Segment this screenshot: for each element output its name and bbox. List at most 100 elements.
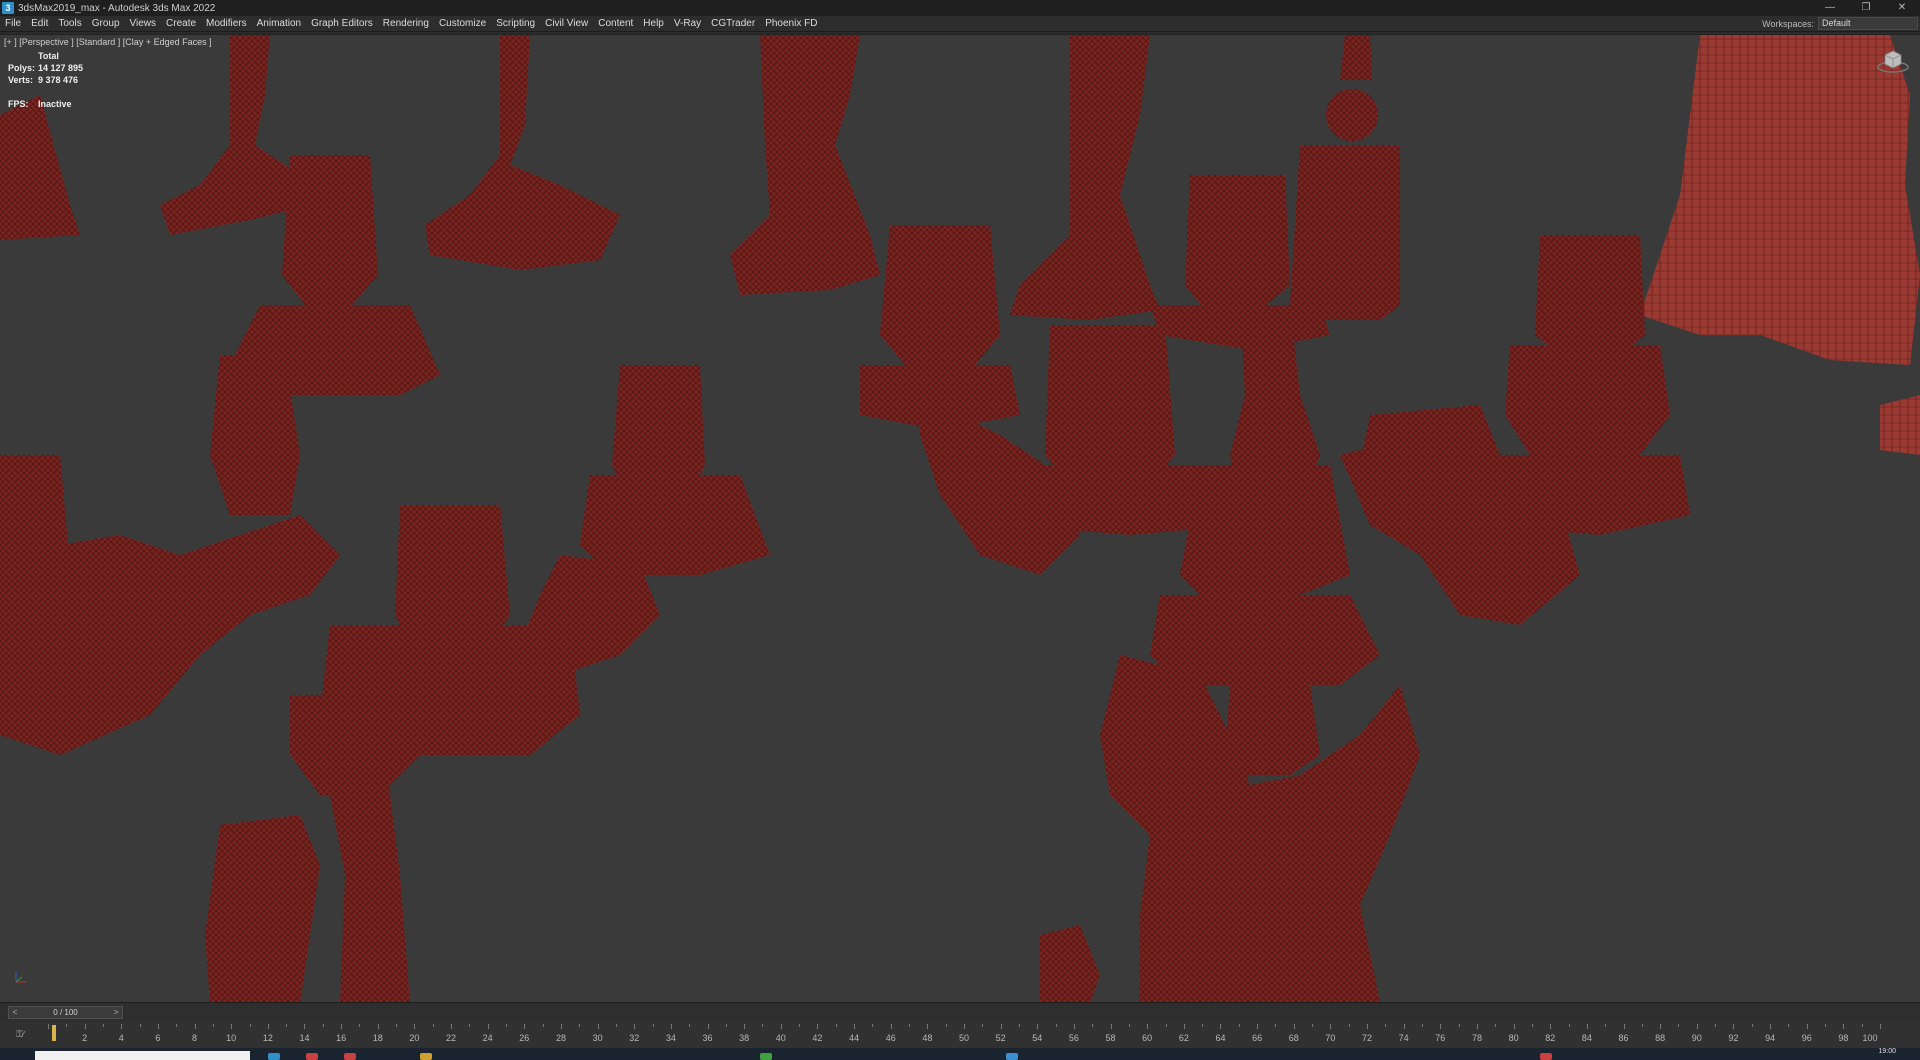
frame-tick bbox=[231, 1024, 233, 1029]
menu-graph-editors[interactable]: Graph Editors bbox=[306, 18, 378, 29]
frame-tick bbox=[817, 1024, 819, 1029]
current-frame-marker[interactable] bbox=[52, 1025, 56, 1041]
frame-tick bbox=[102, 1024, 104, 1027]
taskbar-app-icon[interactable] bbox=[1540, 1053, 1552, 1060]
frame-tick bbox=[1275, 1024, 1277, 1027]
perspective-viewport[interactable]: [+ ] [Perspective ] [Standard ] [Clay + … bbox=[0, 34, 1920, 1002]
title-bar: 3 3dsMax2019_max - Autodesk 3ds Max 2022… bbox=[0, 0, 1920, 16]
frame-tick-label: 68 bbox=[1288, 1033, 1299, 1043]
workspace-dropdown[interactable]: Default bbox=[1818, 17, 1918, 30]
menu-content[interactable]: Content bbox=[593, 18, 638, 29]
stats-total-header: Total bbox=[38, 51, 59, 61]
menu-file[interactable]: File bbox=[0, 18, 26, 29]
scene-geometry[interactable] bbox=[0, 35, 1920, 1002]
window-title: 3dsMax2019_max - Autodesk 3ds Max 2022 bbox=[18, 2, 216, 14]
frame-tick bbox=[1880, 1024, 1881, 1029]
taskbar-app-icon[interactable] bbox=[760, 1053, 772, 1060]
frame-tick-label: 74 bbox=[1398, 1033, 1409, 1043]
menu-tools[interactable]: Tools bbox=[53, 18, 86, 29]
frame-tick-label: 54 bbox=[1032, 1033, 1043, 1043]
frame-tick bbox=[1806, 1024, 1808, 1029]
taskbar-app-icon[interactable] bbox=[306, 1053, 318, 1060]
taskbar-app-icon[interactable] bbox=[268, 1053, 280, 1060]
frame-tick-label: 18 bbox=[372, 1033, 383, 1043]
menu-views[interactable]: Views bbox=[125, 18, 162, 29]
frame-tick bbox=[1257, 1024, 1259, 1029]
frame-tick bbox=[157, 1024, 159, 1029]
menu-vray[interactable]: V-Ray bbox=[669, 18, 706, 29]
frame-tick-label: 90 bbox=[1691, 1033, 1702, 1043]
frame-tick-label: 62 bbox=[1178, 1033, 1189, 1043]
frame-tick bbox=[652, 1024, 654, 1027]
frame-tick bbox=[1861, 1024, 1863, 1027]
menu-help[interactable]: Help bbox=[638, 18, 669, 29]
frame-tick bbox=[707, 1024, 709, 1029]
frame-tick bbox=[725, 1024, 727, 1027]
frame-tick bbox=[432, 1024, 434, 1027]
menu-rendering[interactable]: Rendering bbox=[378, 18, 434, 29]
background-statue-center[interactable] bbox=[730, 35, 1400, 320]
frame-tick bbox=[1641, 1024, 1643, 1027]
workspace-selector: Workspaces: Default bbox=[1762, 17, 1918, 30]
3dsmax-app-icon[interactable]: 3 bbox=[2, 2, 14, 14]
stats-verts-row: Verts: 9 378 476 bbox=[8, 74, 83, 86]
frame-tick-label: 84 bbox=[1581, 1033, 1592, 1043]
frame-tick-label: 2 bbox=[82, 1033, 88, 1043]
frame-tick bbox=[1238, 1024, 1240, 1027]
frame-tick-label: 52 bbox=[995, 1033, 1006, 1043]
frame-tick-label: 64 bbox=[1215, 1033, 1226, 1043]
viewcube-icon[interactable] bbox=[1876, 49, 1910, 73]
taskbar-3dsmax-icon[interactable] bbox=[1006, 1053, 1018, 1060]
menu-bar: File Edit Tools Group Views Create Modif… bbox=[0, 16, 1920, 32]
frame-tick-label: 22 bbox=[446, 1033, 457, 1043]
menu-scripting[interactable]: Scripting bbox=[491, 18, 540, 29]
frame-tick bbox=[1476, 1024, 1478, 1029]
frame-tick bbox=[560, 1024, 562, 1029]
frame-tick bbox=[84, 1024, 86, 1029]
menu-animation[interactable]: Animation bbox=[252, 18, 306, 29]
frame-tick bbox=[48, 1024, 49, 1029]
frame-tick bbox=[267, 1024, 269, 1029]
frame-tick-label: 26 bbox=[519, 1033, 530, 1043]
menu-group[interactable]: Group bbox=[87, 18, 125, 29]
key-filter-icon[interactable]: ⚿∕ bbox=[16, 1029, 24, 1040]
frame-ruler[interactable]: 2 4 6 8 10 12 14 16 18 20 22 24 26 28 30 32 34 36 38 40 42 44… bbox=[48, 1024, 1881, 1046]
frame-tick bbox=[780, 1024, 782, 1029]
minimize-button[interactable]: — bbox=[1812, 0, 1848, 16]
background-statue-right[interactable] bbox=[1640, 35, 1920, 455]
menu-phoenix-fd[interactable]: Phoenix FD bbox=[760, 18, 822, 29]
workspace-label: Workspaces: bbox=[1762, 18, 1814, 29]
frame-tick bbox=[1330, 1024, 1332, 1029]
viewport-label-menu[interactable]: [+ ] [Perspective ] [Standard ] [Clay + … bbox=[4, 37, 212, 47]
frame-tick bbox=[1000, 1024, 1002, 1029]
menu-modifiers[interactable]: Modifiers bbox=[201, 18, 252, 29]
restore-button[interactable]: ❐ bbox=[1848, 0, 1884, 16]
taskbar-app-icon[interactable] bbox=[344, 1053, 356, 1060]
menu-customize[interactable]: Customize bbox=[434, 18, 491, 29]
candelabrum-right[interactable] bbox=[860, 175, 1690, 1002]
menu-create[interactable]: Create bbox=[161, 18, 201, 29]
frame-tick-label: 6 bbox=[155, 1033, 161, 1043]
frame-tick-label: 100 bbox=[1862, 1033, 1878, 1043]
frame-tick-label: 10 bbox=[226, 1033, 237, 1043]
frame-tick bbox=[799, 1024, 801, 1027]
frame-tick-label: 82 bbox=[1545, 1033, 1556, 1043]
taskbar-search-box[interactable] bbox=[35, 1051, 250, 1060]
frame-tick bbox=[1220, 1024, 1222, 1029]
trackbar[interactable]: ⚿∕ 2 4 6 8 10 12 14 16 18 20 22 24 26 28 30 32 34 36 38 40 4… bbox=[0, 1022, 1920, 1048]
close-button[interactable]: ✕ bbox=[1884, 0, 1920, 16]
taskbar-app-icon[interactable] bbox=[420, 1053, 432, 1060]
frame-tick bbox=[1403, 1024, 1405, 1029]
next-frame-button[interactable]: > bbox=[110, 1007, 122, 1018]
menu-cgtrader[interactable]: CGTrader bbox=[706, 18, 760, 29]
frame-tick-label: 12 bbox=[262, 1033, 273, 1043]
menu-edit[interactable]: Edit bbox=[26, 18, 53, 29]
menu-civil-view[interactable]: Civil View bbox=[540, 18, 593, 29]
frame-tick bbox=[212, 1024, 214, 1027]
time-slider[interactable]: < 0 / 100 > bbox=[8, 1006, 123, 1019]
candelabrum-left[interactable] bbox=[0, 155, 770, 1002]
frame-tick bbox=[322, 1024, 324, 1027]
frame-tick bbox=[1605, 1024, 1607, 1027]
frame-tick bbox=[927, 1024, 929, 1029]
frame-tick-label: 96 bbox=[1801, 1033, 1812, 1043]
